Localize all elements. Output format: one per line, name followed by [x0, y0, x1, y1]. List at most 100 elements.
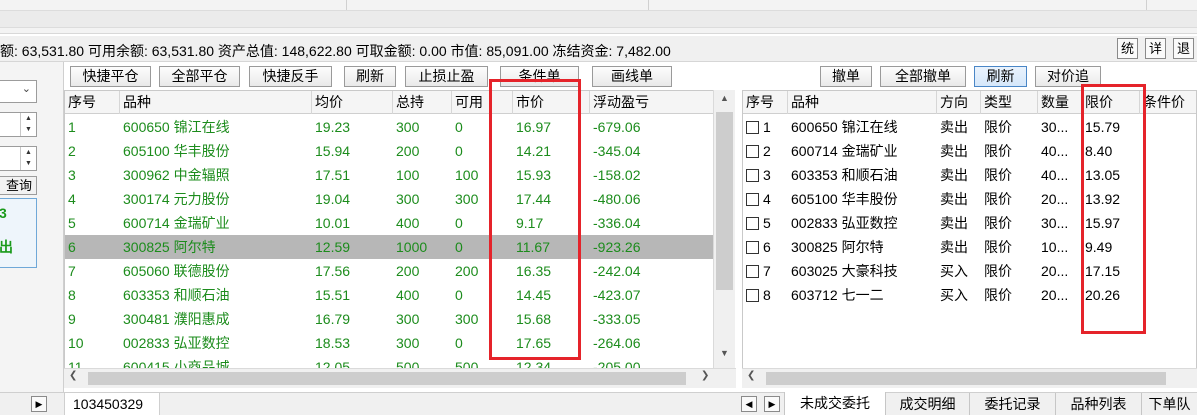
cell-type: 限价: [984, 239, 1012, 255]
positions-horizontal-scrollbar[interactable]: ❮ ❯: [64, 368, 736, 388]
cell-name: 300174 元力股份: [123, 191, 230, 207]
buy-sell-box[interactable]: 3 出: [0, 198, 37, 268]
account-select[interactable]: ⌄: [0, 80, 37, 103]
col-condition-price[interactable]: 条件价: [1140, 91, 1196, 114]
table-row[interactable]: 6 300825 阿尔特 12.59 1000 0 11.67 -923.26: [65, 235, 713, 259]
row-checkbox[interactable]: [746, 121, 759, 134]
tab-scroll-right-icon[interactable]: ▶: [31, 396, 47, 412]
row-number: 3: [763, 167, 771, 183]
stop-loss-profit-button[interactable]: 止损止盈: [405, 66, 488, 87]
stats-button[interactable]: 统: [1117, 38, 1138, 59]
stepper-arrows-icon[interactable]: ▲ ▼: [20, 147, 36, 170]
row-checkbox[interactable]: [746, 145, 759, 158]
row-checkbox[interactable]: [746, 289, 759, 302]
cell-name: 300481 濮阳惠成: [123, 311, 230, 327]
tab-instrument-list[interactable]: 品种列表: [1056, 393, 1142, 415]
scroll-right-icon[interactable]: ❯: [701, 370, 709, 381]
row-checkbox[interactable]: [746, 217, 759, 230]
scroll-up-icon[interactable]: ▲: [714, 93, 735, 103]
cancel-all-button[interactable]: 全部撤单: [880, 66, 966, 87]
cell-name: 605100 华丰股份: [791, 191, 898, 207]
trendline-order-button[interactable]: 画线单: [592, 66, 672, 87]
quantity-stepper[interactable]: ▲ ▼: [0, 146, 37, 171]
cell-total: 1000: [396, 239, 428, 255]
tab-scroll-left-icon[interactable]: ◀: [741, 396, 757, 412]
cell-no: 9: [68, 311, 76, 327]
col-type[interactable]: 类型: [981, 91, 1038, 114]
cell-no: 2: [743, 139, 788, 163]
cell-avg-price: 19.04: [315, 191, 351, 207]
tab-pending-orders[interactable]: 未成交委托: [784, 392, 886, 415]
query-button[interactable]: 查询: [0, 176, 37, 195]
bottom-tab-bar: ▶ 103450329 ◀ ▶ 未成交委托 成交明细 委托记录 品种列表 下单队: [0, 392, 1197, 415]
cell-quantity: 20...: [1041, 287, 1069, 303]
cell-floating-pnl: -264.06: [593, 335, 641, 351]
col-direction[interactable]: 方向: [937, 91, 981, 114]
refresh-button[interactable]: 刷新: [344, 66, 396, 87]
price-stepper[interactable]: ▲ ▼: [0, 112, 37, 137]
box-char: 出: [0, 239, 13, 255]
table-row[interactable]: 4 300174 元力股份 19.04 300 300 17.44 -480.06: [65, 187, 713, 211]
details-button[interactable]: 详: [1145, 38, 1166, 59]
row-checkbox[interactable]: [746, 241, 759, 254]
cell-no: 8: [68, 287, 76, 303]
scroll-thumb[interactable]: [716, 112, 733, 290]
scroll-down-icon[interactable]: ▼: [714, 348, 735, 358]
tab-order-history[interactable]: 委托记录: [970, 393, 1056, 415]
table-row[interactable]: 8 603353 和顺石油 15.51 400 0 14.45 -423.07: [65, 283, 713, 307]
exit-button[interactable]: 退: [1173, 38, 1194, 59]
quick-close-button[interactable]: 快捷平仓: [70, 66, 151, 87]
cell-avg-price: 18.53: [315, 335, 351, 351]
cell-name: 603712 七一二: [791, 287, 884, 303]
cell-name: 002833 弘亚数控: [791, 215, 898, 231]
cell-quantity: 30...: [1041, 215, 1069, 231]
table-row[interactable]: 9 300481 濮阳惠成 16.79 300 300 15.68 -333.05: [65, 307, 713, 331]
cell-avg-price: 16.79: [315, 311, 351, 327]
row-checkbox[interactable]: [746, 193, 759, 206]
scroll-thumb[interactable]: [766, 372, 1166, 385]
quick-reverse-button[interactable]: 快捷反手: [249, 66, 332, 87]
col-floating-pnl[interactable]: 浮动盈亏: [590, 91, 713, 114]
cell-no: 4: [68, 191, 76, 207]
cell-quantity: 40...: [1041, 167, 1069, 183]
table-row[interactable]: 10 002833 弘亚数控 18.53 300 0 17.65 -264.06: [65, 331, 713, 355]
cell-direction: 卖出: [940, 143, 968, 159]
orders-horizontal-scrollbar[interactable]: ❮: [742, 368, 1197, 388]
cell-type: 限价: [984, 287, 1012, 303]
table-row[interactable]: 3 300962 中金辐照 17.51 100 100 15.93 -158.02: [65, 163, 713, 187]
close-all-button[interactable]: 全部平仓: [159, 66, 240, 87]
col-name[interactable]: 品种: [120, 91, 312, 114]
col-no[interactable]: 序号: [743, 91, 788, 114]
row-checkbox[interactable]: [746, 169, 759, 182]
cell-name: 600714 金瑞矿业: [123, 215, 230, 231]
col-name[interactable]: 品种: [788, 91, 937, 114]
tab-scroll-right-icon[interactable]: ▶: [764, 396, 780, 412]
table-row[interactable]: 5 600714 金瑞矿业 10.01 400 0 9.17 -336.04: [65, 211, 713, 235]
cell-no: 1: [743, 115, 788, 139]
refresh-orders-button[interactable]: 刷新: [974, 66, 1027, 87]
col-quantity[interactable]: 数量: [1038, 91, 1082, 114]
scroll-left-icon[interactable]: ❮: [69, 370, 77, 381]
table-row[interactable]: 2 605100 华丰股份 15.94 200 0 14.21 -345.04: [65, 139, 713, 163]
scroll-left-icon[interactable]: ❮: [747, 370, 755, 381]
cancel-order-button[interactable]: 撤单: [820, 66, 872, 87]
scroll-thumb[interactable]: [88, 372, 686, 385]
cell-name: 605060 联德股份: [123, 263, 230, 279]
col-total[interactable]: 总持: [393, 91, 452, 114]
col-avg-price[interactable]: 均价: [312, 91, 393, 114]
positions-vertical-scrollbar[interactable]: ▲ ▼: [713, 90, 735, 368]
stepper-arrows-icon[interactable]: ▲ ▼: [20, 113, 36, 136]
row-checkbox[interactable]: [746, 265, 759, 278]
tab-trade-details[interactable]: 成交明细: [886, 393, 970, 415]
row-number: 7: [763, 263, 771, 279]
table-row[interactable]: 1 600650 锦江在线 19.23 300 0 16.97 -679.06: [65, 115, 713, 139]
cell-total: 300: [396, 191, 420, 207]
limit-price-highlight-box: [1081, 84, 1146, 334]
cell-total: 400: [396, 287, 420, 303]
top-strip-divider: [346, 0, 347, 10]
col-no[interactable]: 序号: [65, 91, 120, 114]
cell-no: 1: [68, 119, 76, 135]
table-row[interactable]: 7 605060 联德股份 17.56 200 200 16.35 -242.04: [65, 259, 713, 283]
tab-order-queue[interactable]: 下单队: [1142, 393, 1197, 415]
row-number: 4: [763, 191, 771, 207]
